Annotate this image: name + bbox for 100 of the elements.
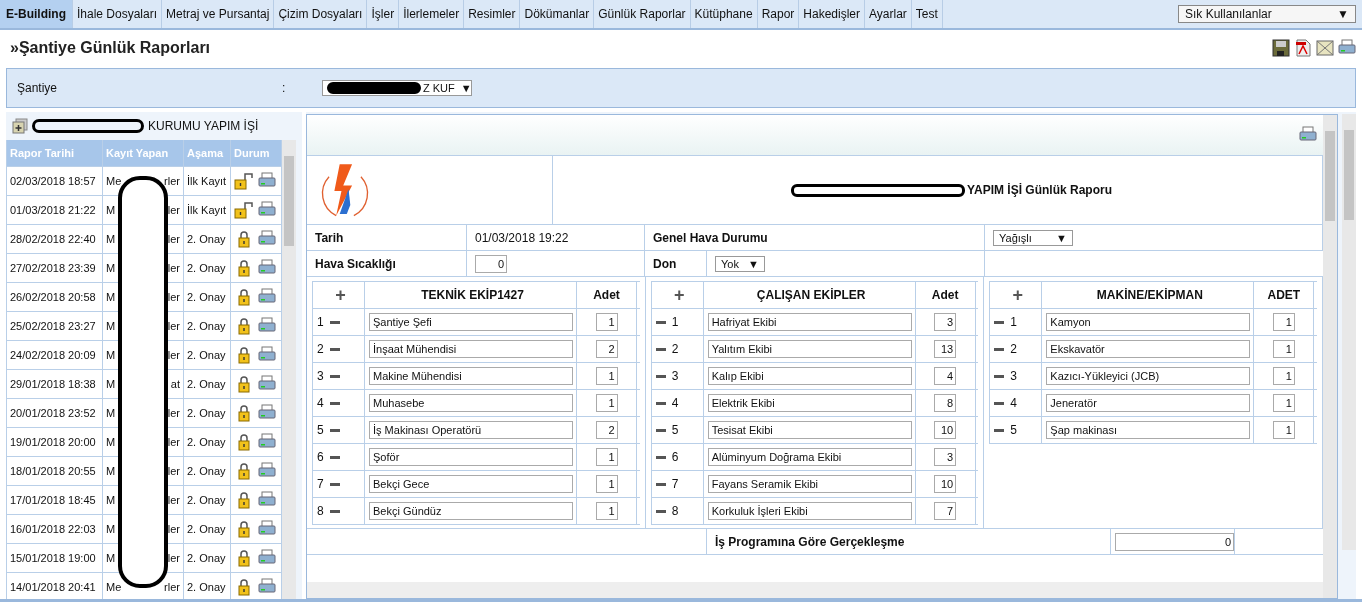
remove-icon[interactable] xyxy=(329,428,340,432)
menu-tab[interactable]: Metraj ve Pursantaj xyxy=(162,0,275,28)
remove-icon[interactable] xyxy=(329,455,340,459)
name-field[interactable]: Hafriyat Ekibi xyxy=(707,313,912,331)
remove-icon[interactable] xyxy=(994,320,1005,324)
remove-icon[interactable] xyxy=(329,401,340,405)
printer-icon[interactable] xyxy=(258,346,276,364)
name-field[interactable]: Fayans Seramik Ekibi xyxy=(707,475,912,493)
menu-tab[interactable]: Çizim Dosyaları xyxy=(274,0,368,28)
menu-tab[interactable]: Rapor xyxy=(757,0,800,28)
name-field[interactable]: Bekçi Gece xyxy=(369,475,573,493)
remove-icon[interactable] xyxy=(329,509,340,513)
remove-icon[interactable] xyxy=(655,320,666,324)
count-field[interactable]: 1 xyxy=(1272,394,1295,412)
remove-icon[interactable] xyxy=(655,509,666,513)
printer-icon[interactable] xyxy=(258,201,276,219)
name-field[interactable]: Makine Mühendisi xyxy=(369,367,573,385)
menu-tab[interactable]: E-Building xyxy=(0,0,73,28)
unlocked-lock-icon[interactable] xyxy=(234,172,254,190)
menu-tab[interactable]: Hakedişler xyxy=(799,0,865,28)
name-field[interactable]: Bekçi Gündüz xyxy=(369,502,573,520)
count-field[interactable]: 2 xyxy=(595,421,618,439)
remove-icon[interactable] xyxy=(655,455,666,459)
printer-icon[interactable] xyxy=(258,375,276,393)
menu-tab[interactable]: İşler xyxy=(367,0,400,28)
remove-icon[interactable] xyxy=(655,374,666,378)
count-field[interactable]: 1 xyxy=(1272,367,1295,385)
count-field[interactable]: 1 xyxy=(595,313,618,331)
name-field[interactable]: Yalıtım Ekibi xyxy=(707,340,912,358)
remove-icon[interactable] xyxy=(329,482,340,486)
count-field[interactable]: 3 xyxy=(934,448,957,466)
count-field[interactable]: 1 xyxy=(595,475,618,493)
printer-icon[interactable] xyxy=(258,549,276,567)
printer-icon[interactable] xyxy=(1299,126,1317,144)
name-field[interactable]: Kamyon xyxy=(1046,313,1251,331)
count-field[interactable]: 1 xyxy=(1272,340,1295,358)
printer-icon[interactable] xyxy=(1338,39,1356,57)
remove-icon[interactable] xyxy=(994,428,1005,432)
add-icon[interactable] xyxy=(12,118,28,134)
menu-tab[interactable]: Kütüphane xyxy=(690,0,758,28)
remove-icon[interactable] xyxy=(994,347,1005,351)
add-button[interactable]: + xyxy=(313,282,365,308)
printer-icon[interactable] xyxy=(258,230,276,248)
name-field[interactable]: Jeneratör xyxy=(1046,394,1251,412)
unlocked-lock-icon[interactable] xyxy=(234,201,254,219)
remove-icon[interactable] xyxy=(655,401,666,405)
scrollbar[interactable] xyxy=(307,582,1323,598)
remove-icon[interactable] xyxy=(329,320,340,324)
save-icon[interactable] xyxy=(1272,39,1290,57)
count-field[interactable]: 1 xyxy=(1272,313,1295,331)
printer-icon[interactable] xyxy=(258,288,276,306)
remove-icon[interactable] xyxy=(655,428,666,432)
remove-icon[interactable] xyxy=(994,374,1005,378)
temperature-field[interactable]: 0 xyxy=(475,254,507,273)
add-button[interactable]: + xyxy=(990,282,1043,308)
name-field[interactable]: Kalıp Ekibi xyxy=(707,367,912,385)
printer-icon[interactable] xyxy=(258,317,276,335)
count-field[interactable]: 1 xyxy=(595,502,618,520)
name-field[interactable]: İnşaat Mühendisi xyxy=(369,340,573,358)
scrollbar[interactable] xyxy=(1323,115,1337,598)
remove-icon[interactable] xyxy=(329,347,340,351)
printer-icon[interactable] xyxy=(258,433,276,451)
favorites-dropdown[interactable]: Sık Kullanılanlar ▼ xyxy=(1178,5,1356,23)
printer-icon[interactable] xyxy=(258,172,276,190)
name-field[interactable]: Elektrik Ekibi xyxy=(707,394,912,412)
remove-icon[interactable] xyxy=(329,374,340,378)
count-field[interactable]: 3 xyxy=(934,313,957,331)
count-field[interactable]: 10 xyxy=(934,421,957,439)
name-field[interactable]: Ekskavatör xyxy=(1046,340,1251,358)
count-field[interactable]: 8 xyxy=(934,394,957,412)
name-field[interactable]: Tesisat Ekibi xyxy=(707,421,912,439)
remove-icon[interactable] xyxy=(655,347,666,351)
count-field[interactable]: 13 xyxy=(934,340,957,358)
name-field[interactable]: Şantiye Şefi xyxy=(369,313,573,331)
count-field[interactable]: 2 xyxy=(595,340,618,358)
progress-field[interactable]: 0 xyxy=(1115,532,1234,551)
weather-dropdown[interactable]: Yağışlı ▼ xyxy=(993,229,1073,246)
name-field[interactable]: Muhasebe xyxy=(369,394,573,412)
name-field[interactable]: Alüminyum Doğrama Ekibi xyxy=(707,448,912,466)
scrollbar[interactable] xyxy=(282,140,296,599)
add-button[interactable]: + xyxy=(651,282,704,308)
count-field[interactable]: 1 xyxy=(595,448,618,466)
printer-icon[interactable] xyxy=(258,491,276,509)
name-field[interactable]: Şoför xyxy=(369,448,573,466)
printer-icon[interactable] xyxy=(258,259,276,277)
pdf-icon[interactable] xyxy=(1294,39,1312,57)
menu-tab[interactable]: Dökümanlar xyxy=(520,0,595,28)
site-dropdown[interactable]: Z KUF ▼ xyxy=(322,80,472,96)
menu-tab[interactable]: Test xyxy=(911,0,943,28)
printer-icon[interactable] xyxy=(258,462,276,480)
printer-icon[interactable] xyxy=(258,578,276,596)
count-field[interactable]: 1 xyxy=(1272,421,1295,439)
count-field[interactable]: 4 xyxy=(934,367,957,385)
frost-dropdown[interactable]: Yok ▼ xyxy=(715,255,765,272)
menu-tab[interactable]: Ayarlar xyxy=(865,0,912,28)
count-field[interactable]: 1 xyxy=(595,367,618,385)
menu-tab[interactable]: İhale Dosyaları xyxy=(73,0,163,28)
envelope-icon[interactable] xyxy=(1316,39,1334,57)
count-field[interactable]: 1 xyxy=(595,394,618,412)
menu-tab[interactable]: İlerlemeler xyxy=(399,0,465,28)
